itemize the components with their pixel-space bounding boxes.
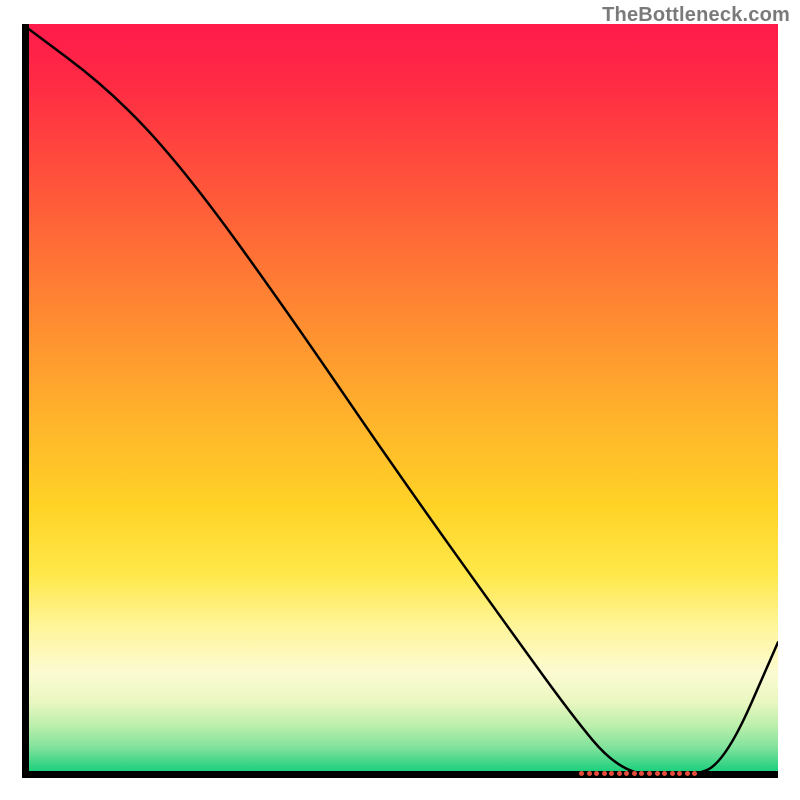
valley-marker-dot [670,771,675,776]
chart-plot-area [22,24,778,778]
valley-marker-dot [609,771,614,776]
valley-marker-dot [639,771,644,776]
valley-marker-dot [617,771,622,776]
valley-marker-dot [602,771,607,776]
valley-marker-dot [692,771,697,776]
valley-marker-dot [594,771,599,776]
valley-marker-dot [685,771,690,776]
watermark-label: TheBottleneck.com [602,4,790,27]
valley-marker-dot [647,771,652,776]
valley-marker-dot [632,771,637,776]
valley-marker-dot [587,771,592,776]
valley-marker-strip [22,24,778,778]
valley-marker-dot [579,771,584,776]
valley-marker-dot [624,771,629,776]
valley-marker-dot [655,771,660,776]
valley-marker-dot [662,771,667,776]
valley-marker-dot [677,771,682,776]
